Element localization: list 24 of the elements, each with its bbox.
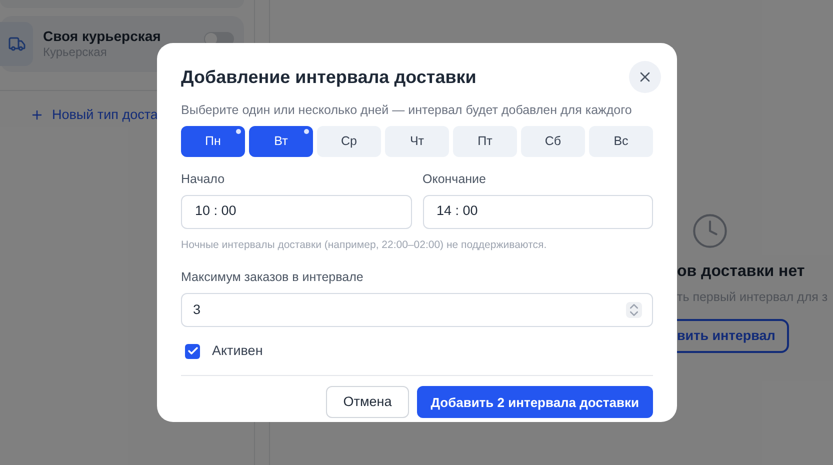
delivery-type-title: Своя курьерская <box>43 28 162 45</box>
day-toggle[interactable]: Вт <box>249 126 313 157</box>
day-toggle[interactable]: Пт <box>453 126 517 157</box>
number-field[interactable]: 3 <box>181 293 653 327</box>
field-label: Начало <box>181 170 226 188</box>
field-label: Максимум заказов в интервале <box>181 269 364 286</box>
close-icon[interactable] <box>629 61 661 93</box>
active-checkbox[interactable] <box>185 344 200 359</box>
night-interval-note: Ночные интервалы доставки (например, 22:00–02:00) не поддерживаются. <box>181 238 548 252</box>
day-toggle[interactable]: Ср <box>317 126 381 157</box>
day-toggle[interactable]: Пн <box>181 126 245 157</box>
time-field[interactable]: 10 : 00 <box>181 194 412 228</box>
days-hint: Выберите один или несколько дней — интервал будет добавлен для каждого <box>181 102 633 119</box>
time-field[interactable]: 14 : 00 <box>422 194 653 228</box>
field-label: Окончание <box>422 170 487 188</box>
day-toggle[interactable]: Чт <box>385 126 449 157</box>
checkbox-label: Активен <box>212 342 263 360</box>
plus-icon <box>30 108 44 122</box>
day-toggle[interactable]: Вс <box>589 126 653 157</box>
day-toggle[interactable]: Сб <box>521 126 585 157</box>
submit-button[interactable]: Добавить 2 интервала доставки <box>416 386 653 418</box>
empty-state-title: ов доставки нет <box>677 262 806 282</box>
cancel-button[interactable]: Отмена <box>326 386 409 418</box>
truck-icon <box>0 22 33 66</box>
